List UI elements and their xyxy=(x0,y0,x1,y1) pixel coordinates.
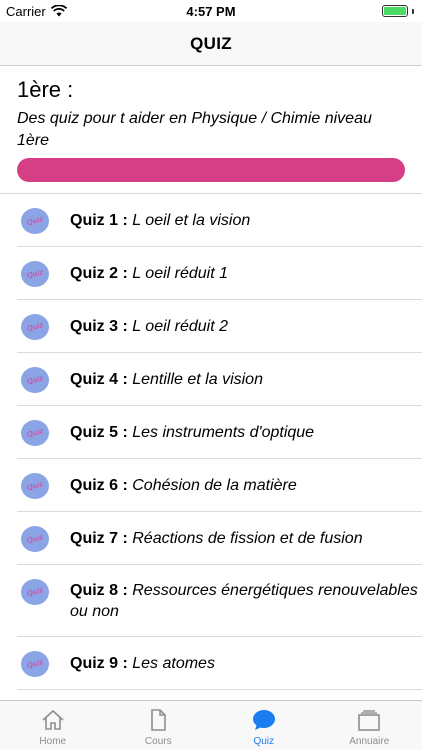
progress-bar xyxy=(17,158,405,182)
quiz-icon-text: Quiz xyxy=(26,215,44,227)
tab-bar: Home Cours Quiz Annuaire xyxy=(0,700,422,750)
quiz-icon: Quiz xyxy=(21,579,49,605)
quiz-icon-text: Quiz xyxy=(26,427,44,439)
level-title: 1ère : xyxy=(17,77,74,102)
quiz-number-label: Quiz 4 : xyxy=(70,370,128,388)
battery-icon xyxy=(382,5,408,17)
tab-annuaire[interactable]: Annuaire xyxy=(317,701,422,750)
tab-cours[interactable]: Cours xyxy=(106,701,212,750)
quiz-icon-text: Quiz xyxy=(26,480,44,492)
quiz-icon-text: Quiz xyxy=(26,374,44,386)
tab-home[interactable]: Home xyxy=(0,701,106,750)
quiz-icon-text: Quiz xyxy=(26,321,44,333)
status-time: 4:57 PM xyxy=(186,4,236,19)
quiz-number-label: Quiz 6 : xyxy=(70,476,128,494)
tab-label: Quiz xyxy=(253,736,275,747)
quiz-icon-text: Quiz xyxy=(26,268,44,280)
quiz-icon-text: Quiz xyxy=(26,533,44,545)
quiz-list-item[interactable]: Quiz Quiz 5 : Les instruments d'optique xyxy=(17,406,422,459)
quiz-icon-text: Quiz xyxy=(26,586,44,598)
tab-label: Annuaire xyxy=(349,736,390,747)
document-icon xyxy=(151,709,167,731)
level-description: Des quiz pour t aider en Physique / Chim… xyxy=(17,110,372,149)
quiz-item-text: Quiz 4 : Lentille et la vision xyxy=(70,369,263,390)
quiz-list-item[interactable]: Quiz Quiz 3 : L oeil réduit 2 xyxy=(17,300,422,353)
quiz-item-text: Quiz 8 : Ressources énergétiques renouve… xyxy=(70,580,422,622)
home-icon xyxy=(42,709,64,730)
quiz-number-label: Quiz 8 : xyxy=(70,581,128,599)
quiz-title: L oeil réduit 1 xyxy=(132,264,229,282)
quiz-item-text: Quiz 6 : Cohésion de la matière xyxy=(70,475,297,496)
quiz-number-label: Quiz 2 : xyxy=(70,264,128,282)
quiz-icon-text: Quiz xyxy=(26,658,44,670)
quiz-title: Les instruments d'optique xyxy=(132,423,315,441)
tab-quiz[interactable]: Quiz xyxy=(211,701,317,750)
quiz-item-text: Quiz 7 : Réactions de fission et de fusi… xyxy=(70,528,363,549)
quiz-icon: Quiz xyxy=(21,208,49,234)
quiz-number-label: Quiz 5 : xyxy=(70,423,128,441)
quiz-list-item[interactable]: Quiz Quiz 7 : Réactions de fission et de … xyxy=(17,512,422,565)
status-bar: Carrier 4:57 PM xyxy=(0,0,422,22)
navigation-bar: QUIZ xyxy=(0,22,422,66)
quiz-icon: Quiz xyxy=(21,261,49,287)
quiz-item-text: Quiz 3 : L oeil réduit 2 xyxy=(70,316,228,337)
tab-label: Cours xyxy=(144,736,172,747)
quiz-icon: Quiz xyxy=(21,367,49,393)
quiz-title: Lentille et la vision xyxy=(132,370,263,388)
quiz-list-item[interactable]: Quiz Quiz 6 : Cohésion de la matière xyxy=(17,459,422,512)
quiz-number-label: Quiz 9 : xyxy=(70,654,128,672)
quiz-number-label: Quiz 3 : xyxy=(70,317,128,335)
quiz-icon: Quiz xyxy=(21,473,49,499)
quiz-item-text: Quiz 5 : Les instruments d'optique xyxy=(70,422,314,443)
quiz-icon: Quiz xyxy=(21,420,49,446)
quiz-title: Cohésion de la matière xyxy=(132,476,297,494)
quiz-list-item[interactable]: Quiz Quiz 1 : L oeil et la vision xyxy=(17,194,422,247)
quiz-item-text: Quiz 9 : Les atomes xyxy=(70,653,215,674)
quiz-item-text: Quiz 2 : L oeil réduit 1 xyxy=(70,263,228,284)
quiz-list-item[interactable]: Quiz Quiz 8 : Ressources énergétiques ren… xyxy=(17,565,422,637)
quiz-title: L oeil réduit 2 xyxy=(132,317,229,335)
chat-bubble-icon xyxy=(252,710,275,730)
quiz-title: Les atomes xyxy=(132,654,215,672)
quiz-icon: Quiz xyxy=(21,651,49,677)
tab-label: Home xyxy=(39,736,67,747)
section-header: 1ère : Des quiz pour t aider en Physique… xyxy=(17,76,407,182)
quiz-list: Quiz Quiz 1 : L oeil et la vision Quiz Quiz… xyxy=(0,193,422,690)
quiz-icon: Quiz xyxy=(21,314,49,340)
quiz-title: L oeil et la vision xyxy=(132,211,251,229)
quiz-number-label: Quiz 7 : xyxy=(70,529,128,547)
page-title: QUIZ xyxy=(190,33,232,53)
quiz-icon: Quiz xyxy=(21,526,49,552)
stack-icon xyxy=(358,710,381,731)
quiz-list-item[interactable]: Quiz Quiz 4 : Lentille et la vision xyxy=(17,353,422,406)
quiz-title: Réactions de fission et de fusion xyxy=(132,529,363,547)
quiz-list-item[interactable]: Quiz Quiz 2 : L oeil réduit 1 xyxy=(17,247,422,300)
quiz-number-label: Quiz 1 : xyxy=(70,211,128,229)
quiz-item-text: Quiz 1 : L oeil et la vision xyxy=(70,210,250,231)
quiz-list-item[interactable]: Quiz Quiz 9 : Les atomes xyxy=(17,637,422,690)
